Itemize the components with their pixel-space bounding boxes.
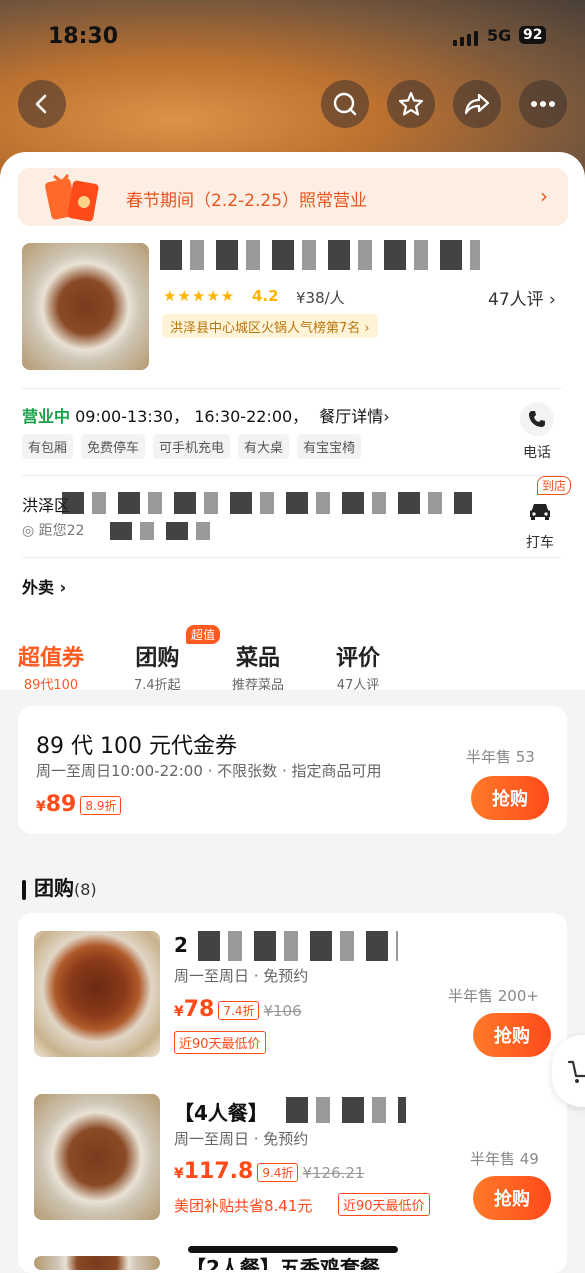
open-status: 营业中 bbox=[22, 407, 71, 426]
detail-link[interactable]: 餐厅详情 bbox=[319, 407, 383, 426]
battery-icon: 92 bbox=[519, 26, 547, 44]
signal-icon bbox=[453, 30, 478, 46]
share-button[interactable] bbox=[453, 80, 501, 128]
tag: 有包厢 bbox=[22, 434, 74, 459]
status-time: 18:30 bbox=[48, 24, 119, 49]
phone-button[interactable]: 电话 bbox=[520, 402, 554, 462]
tag: 有大桌 bbox=[238, 434, 290, 459]
review-count-link[interactable]: 47人评 › bbox=[488, 285, 556, 310]
hours-text: 09:00-13:30， 16:30-22:00， bbox=[75, 407, 309, 426]
voucher-card[interactable]: 89 代 100 元代金券 周一至周日10:00-22:00 · 不限张数 · … bbox=[18, 706, 567, 834]
phone-icon bbox=[529, 411, 545, 427]
chevron-right-icon: › bbox=[383, 407, 390, 426]
lowest-price-tag: 近90天最低价 bbox=[338, 1193, 430, 1216]
address-redacted bbox=[62, 492, 472, 514]
deal-price: ¥117.8 9.4折 ¥126.21 bbox=[174, 1159, 365, 1184]
deal-price: ¥78 7.4折 ¥106 bbox=[174, 997, 302, 1022]
chevron-right-icon: › bbox=[540, 184, 548, 208]
rating-stars: ★★★★★ bbox=[163, 287, 236, 305]
cart-icon bbox=[567, 1060, 585, 1083]
status-bar: 18:30 5G 92 bbox=[0, 22, 585, 52]
tab-dishes[interactable]: 菜品 推荐菜品 bbox=[232, 640, 284, 693]
search-icon bbox=[333, 92, 357, 116]
value-badge: 超值 bbox=[186, 625, 221, 644]
takeout-link[interactable]: 外卖 › bbox=[22, 574, 66, 598]
sold-count: 半年售 53 bbox=[466, 748, 535, 766]
back-button[interactable] bbox=[18, 80, 66, 128]
ranking-badge[interactable]: 洪泽县中心城区火锅人气榜第7名 › bbox=[162, 314, 378, 338]
car-icon bbox=[530, 504, 550, 520]
deal-name-redacted bbox=[198, 931, 398, 961]
original-price: ¥106 bbox=[263, 1002, 302, 1020]
deal-name[interactable]: 2 bbox=[174, 933, 188, 957]
buy-button[interactable]: 抢购 bbox=[473, 1013, 551, 1057]
shop-thumbnail[interactable] bbox=[22, 243, 149, 370]
tag: 可手机充电 bbox=[153, 434, 231, 459]
phone-label: 电话 bbox=[523, 445, 551, 461]
discount-tag: 8.9折 bbox=[80, 795, 122, 815]
deal-name-redacted bbox=[286, 1097, 406, 1123]
sold-count: 半年售 49 bbox=[470, 1150, 539, 1168]
lowest-price-tag: 近90天最低价 bbox=[174, 1031, 266, 1054]
ranking-text: 洪泽县中心城区火锅人气榜第7名 bbox=[170, 321, 361, 336]
shop-name-redacted bbox=[160, 240, 480, 270]
facility-tags: 有包厢 免费停车 可手机充电 有大桌 有宝宝椅 bbox=[22, 434, 362, 459]
taxi-button[interactable]: 打车 bbox=[523, 494, 557, 552]
distance-redacted bbox=[110, 522, 220, 540]
deal-name[interactable]: 【4人餐】 bbox=[174, 1097, 268, 1126]
favorite-button[interactable] bbox=[387, 80, 435, 128]
business-hours[interactable]: 营业中 09:00-13:30， 16:30-22:00， 餐厅详情› bbox=[22, 403, 390, 427]
taxi-label: 打车 bbox=[526, 535, 554, 551]
search-button[interactable] bbox=[321, 80, 369, 128]
voucher-title: 89 代 100 元代金券 bbox=[36, 734, 237, 759]
share-icon bbox=[464, 93, 490, 115]
more-button[interactable] bbox=[519, 80, 567, 128]
tab-group-buy[interactable]: 团购 7.4折起 bbox=[134, 640, 181, 693]
deal-image[interactable] bbox=[34, 1094, 160, 1220]
holiday-notice[interactable]: 春节期间（2.2-2.25）照常营业 › bbox=[18, 168, 568, 226]
chevron-left-icon bbox=[35, 94, 47, 114]
distance-text: ◎ 距您22 bbox=[22, 523, 85, 539]
red-envelope-icon bbox=[45, 174, 99, 222]
network-label: 5G bbox=[487, 26, 512, 45]
deal-image[interactable] bbox=[34, 1256, 160, 1270]
group-deals-list: 2 周一至周日 · 免预约 ¥78 7.4折 ¥106 近90天最低价 半年售 20… bbox=[18, 913, 567, 1273]
chevron-right-icon: › bbox=[59, 578, 67, 597]
more-icon bbox=[531, 101, 555, 107]
divider bbox=[22, 388, 562, 389]
discount-tag: 9.4折 bbox=[257, 1162, 299, 1182]
group-buy-heading: 团购(8) bbox=[22, 872, 97, 901]
tab-reviews[interactable]: 评价 47人评 bbox=[336, 640, 380, 693]
buy-button[interactable]: 抢购 bbox=[471, 776, 549, 820]
deal-image[interactable] bbox=[34, 931, 160, 1057]
star-icon bbox=[398, 91, 424, 116]
chevron-right-icon: › bbox=[549, 290, 556, 310]
deal-sub: 周一至周日 · 免预约 bbox=[174, 967, 309, 985]
discount-tag: 7.4折 bbox=[218, 1000, 260, 1020]
avg-price: ¥38/人 bbox=[296, 289, 345, 307]
tag: 有宝宝椅 bbox=[297, 434, 362, 459]
voucher-price: ¥89 8.9折 bbox=[36, 792, 122, 817]
notice-text: 春节期间（2.2-2.25）照常营业 bbox=[126, 191, 368, 211]
deal-name[interactable]: 【2人餐】五香鸡套餐 bbox=[186, 1254, 380, 1270]
review-count: 47人评 bbox=[488, 290, 544, 310]
rating-score: 4.2 bbox=[252, 287, 279, 305]
subsidy-text: 美团补贴共省8.41元 bbox=[174, 1197, 313, 1215]
deal-sub: 周一至周日 · 免预约 bbox=[174, 1130, 309, 1148]
original-price: ¥126.21 bbox=[302, 1164, 365, 1182]
voucher-desc: 周一至周日10:00-22:00 · 不限张数 · 指定商品可用 bbox=[36, 762, 382, 780]
divider bbox=[22, 557, 562, 558]
arrive-badge: 到店 bbox=[537, 476, 572, 495]
buy-button[interactable]: 抢购 bbox=[473, 1176, 551, 1220]
sold-count: 半年售 200+ bbox=[448, 987, 539, 1005]
tag: 免费停车 bbox=[81, 434, 146, 459]
location-icon: ◎ bbox=[22, 523, 35, 539]
home-indicator bbox=[188, 1246, 398, 1253]
divider bbox=[22, 475, 562, 476]
